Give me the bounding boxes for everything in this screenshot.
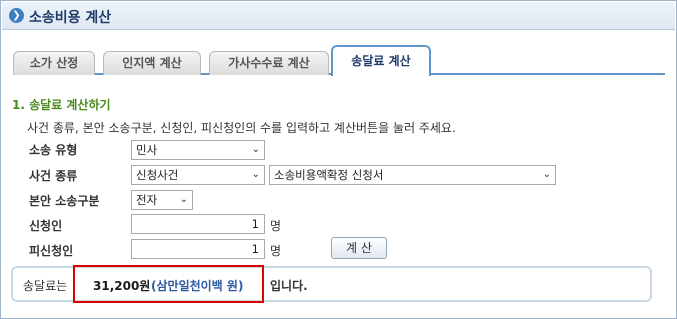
- applicant-count-input[interactable]: 1: [131, 214, 265, 234]
- tab-service-fee[interactable]: 송달료 계산: [331, 45, 431, 76]
- case-detail-value: 소송비용액확정 신청서: [274, 168, 384, 182]
- chevron-right-circle-icon: ❯: [9, 8, 24, 23]
- respondent-unit: 명: [270, 244, 282, 258]
- result-box: 송달료는 31,200원 (삼만일천이백 원) 입니다.: [11, 265, 652, 303]
- main-suit-select[interactable]: 전자 ⌄: [131, 190, 193, 210]
- result-amount-words: (삼만일천이백 원): [151, 279, 244, 293]
- lawsuit-type-value: 민사: [136, 143, 158, 157]
- result-amount: 31,200원: [93, 279, 151, 293]
- window-frame: ❯ 소송비용 계산 소가 산정 인지액 계산 가사수수료 계산 송달료 계산 1…: [0, 0, 677, 319]
- main-suit-value: 전자: [136, 193, 158, 207]
- tab-bar: 소가 산정 인지액 계산 가사수수료 계산 송달료 계산: [13, 45, 665, 76]
- title-bar: ❯ 소송비용 계산: [2, 2, 675, 30]
- calculate-button[interactable]: 계 산: [331, 237, 387, 259]
- section-title: 1. 송달료 계산하기: [12, 98, 111, 112]
- result-suffix: 입니다.: [270, 279, 308, 293]
- chevron-down-icon: ⌄: [251, 169, 260, 180]
- applicant-unit: 명: [270, 219, 282, 233]
- tab-stamp-fee[interactable]: 인지액 계산: [103, 51, 201, 75]
- result-prefix: 송달료는: [23, 279, 68, 293]
- chevron-down-icon: ⌄: [542, 169, 551, 180]
- case-type-select[interactable]: 신청사건 ⌄: [131, 165, 265, 185]
- main-suit-label: 본안 소송구분: [29, 194, 100, 208]
- chevron-down-icon: ⌄: [179, 194, 188, 205]
- window-title: 소송비용 계산: [29, 10, 112, 26]
- respondent-count-input[interactable]: 1: [131, 239, 265, 259]
- case-type-value: 신청사건: [136, 168, 179, 182]
- case-type-label: 사건 종류: [29, 169, 78, 183]
- instructions-text: 사건 종류, 본안 소송구분, 신청인, 피신청인의 수를 입력하고 계산버튼을…: [27, 121, 456, 135]
- tab-family-fee[interactable]: 가사수수료 계산: [209, 51, 329, 75]
- chevron-down-icon: ⌄: [251, 144, 260, 155]
- respondent-label: 피신청인: [29, 244, 74, 258]
- tab-value-calculation[interactable]: 소가 산정: [13, 51, 95, 75]
- case-detail-select[interactable]: 소송비용액확정 신청서 ⌄: [269, 165, 556, 185]
- lawsuit-type-label: 소송 유형: [29, 143, 78, 157]
- lawsuit-type-select[interactable]: 민사 ⌄: [131, 140, 265, 160]
- applicant-label: 신청인: [29, 219, 63, 233]
